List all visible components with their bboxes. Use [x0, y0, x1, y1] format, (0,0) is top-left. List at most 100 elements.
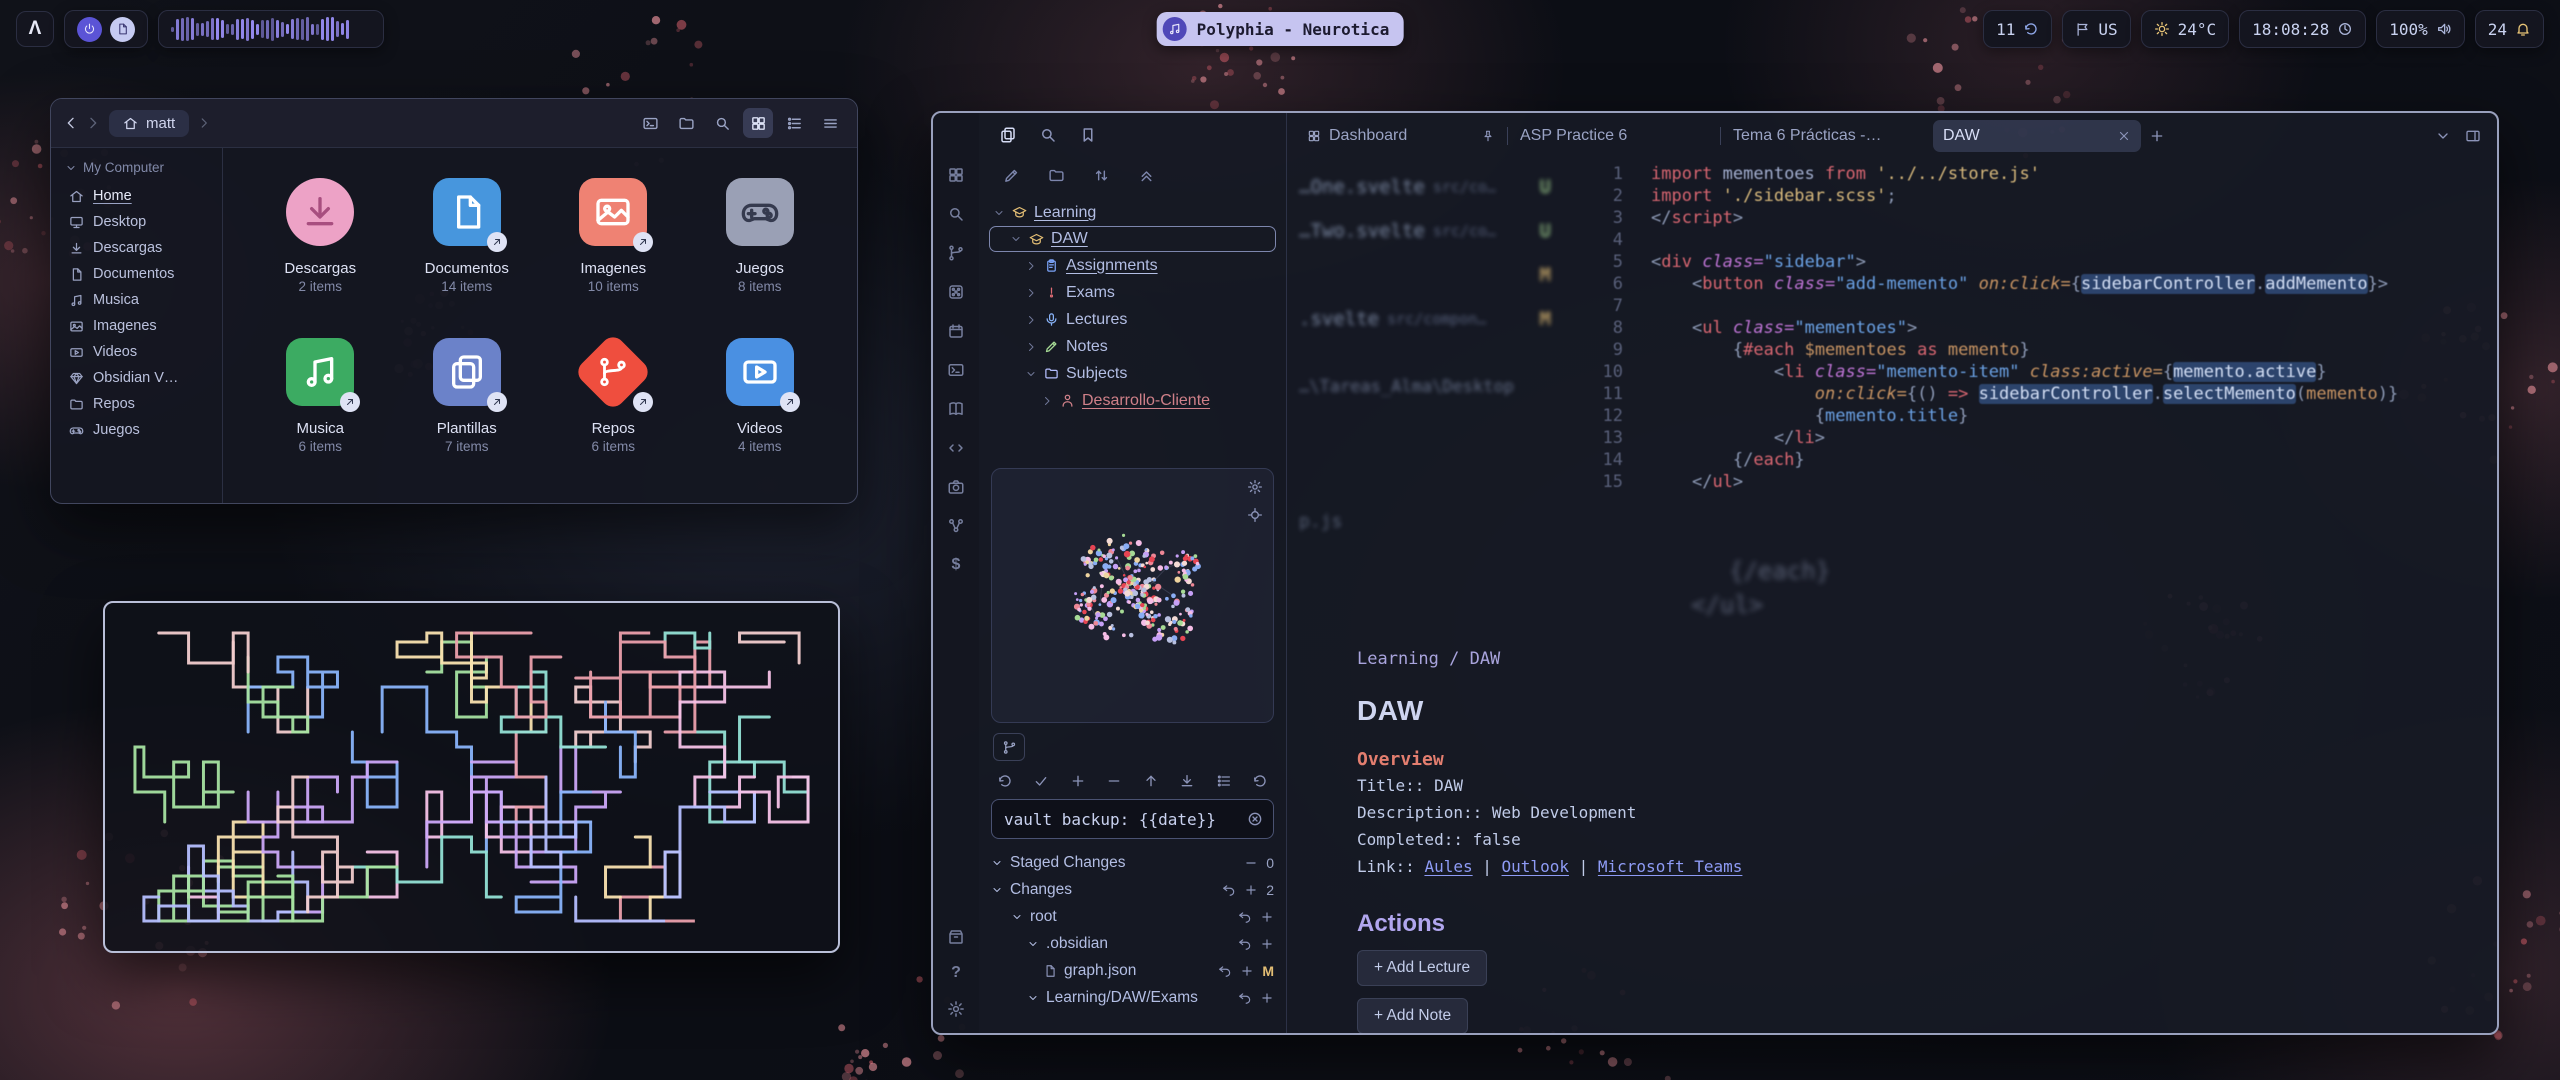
- vault-switcher-icon[interactable]: [946, 927, 966, 947]
- files-tab-icon[interactable]: [999, 126, 1017, 144]
- tab-tema-6[interactable]: Tema 6 Prácticas -…: [1723, 120, 1931, 152]
- git-refresh-icon[interactable]: [1252, 773, 1268, 789]
- tree-item-lectures[interactable]: Lectures: [989, 306, 1276, 333]
- tree-item-desarrollo-cliente[interactable]: Desarrollo-Cliente: [989, 387, 1276, 414]
- folder-tile-musica[interactable]: Musica 6 items: [247, 322, 394, 482]
- folder-tile-descargas[interactable]: Descargas 2 items: [247, 162, 394, 322]
- tree-item-subjects[interactable]: Subjects: [989, 360, 1276, 387]
- discard-icon[interactable]: [1222, 883, 1236, 897]
- folder-tile-videos[interactable]: Videos 4 items: [687, 322, 834, 482]
- commit-message-input[interactable]: [1002, 809, 1239, 830]
- unstage-icon[interactable]: [1244, 856, 1258, 870]
- media-player-module[interactable]: Polyphia - Neurotica: [1157, 12, 1404, 46]
- reading-mode-icon[interactable]: [946, 399, 966, 419]
- sidebar-item-obsidian-vault[interactable]: Obsidian V…: [59, 365, 214, 391]
- git-folder-obsidian[interactable]: .obsidian: [991, 930, 1274, 957]
- git-pull-icon[interactable]: [1179, 773, 1195, 789]
- new-folder-button[interactable]: [671, 108, 701, 138]
- sidebar-item-juegos[interactable]: Juegos: [59, 417, 214, 443]
- sidebar-item-imagenes[interactable]: Imagenes: [59, 313, 214, 339]
- clear-message-icon[interactable]: [1247, 811, 1263, 827]
- folder-tile-documentos[interactable]: Documentos 14 items: [394, 162, 541, 322]
- git-unstage-all-icon[interactable]: [1106, 773, 1122, 789]
- help-icon[interactable]: ?: [946, 963, 966, 983]
- updates-module[interactable]: 11: [1983, 10, 2052, 48]
- clock-module[interactable]: 18:08:28: [2239, 10, 2366, 48]
- tree-item-assignments[interactable]: Assignments: [989, 252, 1276, 279]
- notifications-module[interactable]: 24: [2475, 10, 2544, 48]
- editor-area[interactable]: …One.sveltesrc/co…U…Two.sveltesrc/co…UM.…: [1287, 159, 2497, 1033]
- code-icon[interactable]: [946, 438, 966, 458]
- note-breadcrumb[interactable]: Learning / DAW: [1357, 649, 1500, 669]
- sidebar-item-videos[interactable]: Videos: [59, 339, 214, 365]
- discard-icon[interactable]: [1238, 937, 1252, 951]
- add-note-button[interactable]: + Add Note: [1357, 998, 1468, 1033]
- search-icon[interactable]: [946, 204, 966, 224]
- discard-icon[interactable]: [1238, 991, 1252, 1005]
- sort-icon[interactable]: [1093, 167, 1110, 184]
- stage-icon[interactable]: [1260, 910, 1274, 924]
- volume-module[interactable]: 100%: [2376, 10, 2465, 48]
- quick-switcher-icon[interactable]: [946, 165, 966, 185]
- sidebar-item-desktop[interactable]: Desktop: [59, 209, 214, 235]
- git-section-staged[interactable]: Staged Changes 0: [991, 849, 1274, 876]
- tree-item-notes[interactable]: Notes: [989, 333, 1276, 360]
- stage-icon[interactable]: [1244, 883, 1258, 897]
- daily-note-icon[interactable]: [946, 321, 966, 341]
- git-branch-icon[interactable]: [993, 733, 1025, 761]
- stage-icon[interactable]: [1240, 964, 1254, 978]
- sidebar-item-descargas[interactable]: Descargas: [59, 235, 214, 261]
- folder-tile-juegos[interactable]: Juegos 8 items: [687, 162, 834, 322]
- grid-view-button[interactable]: [743, 108, 773, 138]
- git-folder-root[interactable]: root: [991, 903, 1274, 930]
- graph-settings-icon[interactable]: [1247, 479, 1263, 495]
- folder-tile-plantillas[interactable]: Plantillas 7 items: [394, 322, 541, 482]
- toggle-right-sidebar-icon[interactable]: [2465, 128, 2481, 144]
- keyboard-layout-module[interactable]: US: [2062, 10, 2130, 48]
- graph-focus-icon[interactable]: [1247, 507, 1263, 523]
- git-backup-icon[interactable]: [997, 773, 1013, 789]
- terminal-button[interactable]: [635, 108, 665, 138]
- new-tab-icon[interactable]: [2149, 128, 2165, 144]
- tree-item-daw[interactable]: DAW: [989, 226, 1276, 252]
- breadcrumb[interactable]: matt: [109, 110, 189, 137]
- sidebar-item-musica[interactable]: Musica: [59, 287, 214, 313]
- new-folder-icon[interactable]: [1048, 167, 1065, 184]
- git-folder-learning-daw-exams[interactable]: Learning/DAW/Exams: [991, 984, 1274, 1011]
- git-section-changes[interactable]: Changes 2: [991, 876, 1274, 903]
- link-outlook[interactable]: Outlook: [1502, 857, 1569, 876]
- sidebar-item-documentos[interactable]: Documentos: [59, 261, 214, 287]
- close-icon[interactable]: [2117, 129, 2131, 143]
- folder-tile-repos[interactable]: Repos 6 items: [540, 322, 687, 482]
- settings-icon[interactable]: [946, 999, 966, 1019]
- search-button[interactable]: [707, 108, 737, 138]
- graph-view-icon[interactable]: [946, 516, 966, 536]
- stage-icon[interactable]: [1260, 991, 1274, 1005]
- random-note-icon[interactable]: [946, 282, 966, 302]
- git-icon[interactable]: [946, 243, 966, 263]
- link-microsoft-teams[interactable]: Microsoft Teams: [1598, 857, 1743, 876]
- folder-tile-imagenes[interactable]: Imagenes 10 items: [540, 162, 687, 322]
- tab-list-icon[interactable]: [2435, 128, 2451, 144]
- tree-item-learning[interactable]: Learning: [989, 199, 1276, 226]
- back-button[interactable]: [63, 115, 79, 131]
- local-graph-panel[interactable]: [991, 468, 1274, 723]
- git-changes-list-icon[interactable]: [1216, 773, 1232, 789]
- tree-item-exams[interactable]: Exams: [989, 279, 1276, 306]
- launcher-button[interactable]: Λ: [16, 11, 54, 47]
- git-push-icon[interactable]: [1143, 773, 1159, 789]
- places-header[interactable]: My Computer: [59, 158, 214, 183]
- tab-asp-practice[interactable]: ASP Practice 6: [1510, 120, 1718, 152]
- git-stage-all-icon[interactable]: [1070, 773, 1086, 789]
- forward-button[interactable]: [85, 115, 101, 131]
- discard-icon[interactable]: [1238, 910, 1252, 924]
- stage-icon[interactable]: [1260, 937, 1274, 951]
- weather-module[interactable]: 24°C: [2141, 10, 2230, 48]
- currency-icon[interactable]: $: [946, 555, 966, 575]
- new-note-icon[interactable]: [1003, 167, 1020, 184]
- snapshot-icon[interactable]: [946, 477, 966, 497]
- git-file-graph-json[interactable]: graph.json M: [991, 957, 1274, 984]
- collapse-all-icon[interactable]: [1138, 167, 1155, 184]
- power-button[interactable]: [77, 17, 102, 42]
- git-commit-icon[interactable]: [1033, 773, 1049, 789]
